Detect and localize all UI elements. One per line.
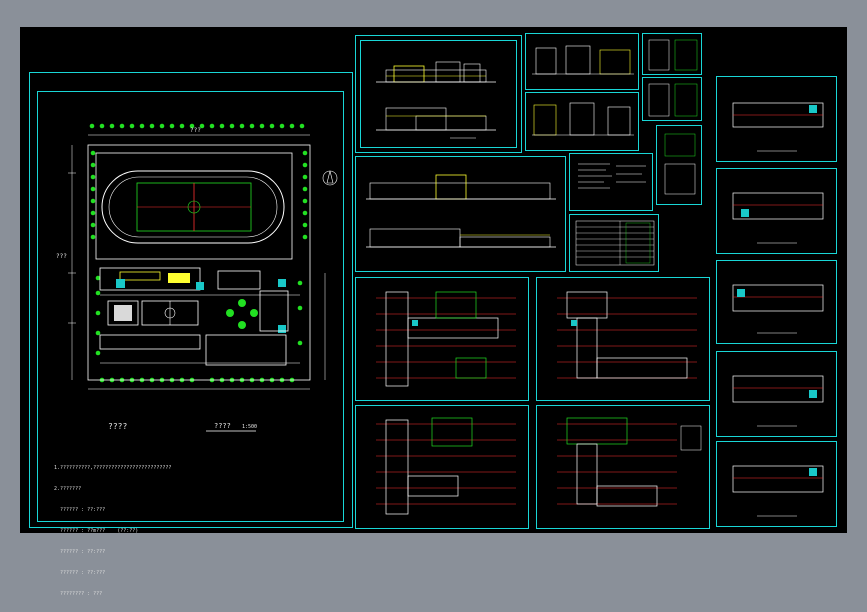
note-line: ?????? : ??:???: [54, 549, 106, 555]
elevation-drawing-3: [532, 102, 634, 136]
design-notes: 1.??????????,?????????????????????????? …: [54, 451, 171, 612]
floor-plan-sheet-3: [355, 405, 529, 529]
detail-sheet-1: [642, 33, 702, 75]
plan-sheet-right-2: [716, 168, 837, 254]
site-plan-scale-label: ????: [214, 422, 231, 430]
detail-sheet-2: [642, 77, 702, 121]
floor-plan-drawing-2: [557, 291, 697, 379]
floor-plan-sheet-2: [536, 277, 710, 401]
elevation-drawing-1: [376, 61, 496, 139]
floor-plan-drawing-3: [376, 417, 516, 515]
site-plan-title: ????: [108, 422, 128, 431]
detail-drawing-2: [648, 83, 698, 117]
floor-plan-sheet-4: [536, 405, 710, 529]
floor-plan-drawing-1: [376, 291, 516, 387]
plan-right-drawing-5: [732, 465, 824, 517]
site-dimension-left: ???: [56, 253, 67, 260]
elevation-sheet-3: [525, 92, 639, 151]
spec-drawing: [578, 163, 646, 189]
plan-right-drawing-2: [732, 192, 824, 244]
floor-plan-sheet-1: [355, 277, 529, 401]
elevation-sheet-1: [355, 35, 522, 153]
note-line: 1.??????????,??????????????????????????: [54, 465, 172, 471]
floor-plan-drawing-4: [557, 417, 702, 507]
elevation-drawing-4: [366, 174, 556, 248]
plan-sheet-right-5: [716, 441, 837, 527]
note-line: ???????? : ???: [54, 591, 103, 597]
plan-sheet-right-4: [716, 351, 837, 437]
site-dimension-top: ???: [190, 127, 201, 134]
elevation-sheet-2: [525, 33, 639, 90]
note-line: ?????? : ??m??? (??:??): [54, 528, 139, 534]
note-line: 2.???????: [54, 486, 82, 492]
plan-sheet-right-1: [716, 76, 837, 162]
plan-right-drawing-4: [732, 375, 824, 427]
note-line: ?????? : ??:???: [54, 507, 106, 513]
plan-sheet-right-3: [716, 260, 837, 344]
elevation-drawing-2: [532, 45, 634, 75]
plan-right-drawing-3: [732, 284, 824, 334]
schedule-table: [575, 220, 655, 266]
site-plan-sheet: ??? ??? ???? ???? 1:500 1.??????????,???…: [29, 72, 353, 597]
site-plan-scale-value: 1:500: [242, 424, 258, 430]
cad-canvas: ??? ??? ???? ???? 1:500 1.??????????,???…: [20, 27, 847, 597]
detail-sheet-3: [656, 125, 702, 205]
elevation-sheet-4: [355, 156, 566, 272]
note-line: ?????? : ??:???: [54, 570, 106, 576]
schedule-sheet: [569, 214, 659, 272]
spec-sheet: [569, 153, 653, 211]
detail-drawing-3: [664, 133, 696, 195]
plan-right-drawing-1: [732, 102, 824, 152]
detail-drawing-1: [648, 39, 698, 71]
